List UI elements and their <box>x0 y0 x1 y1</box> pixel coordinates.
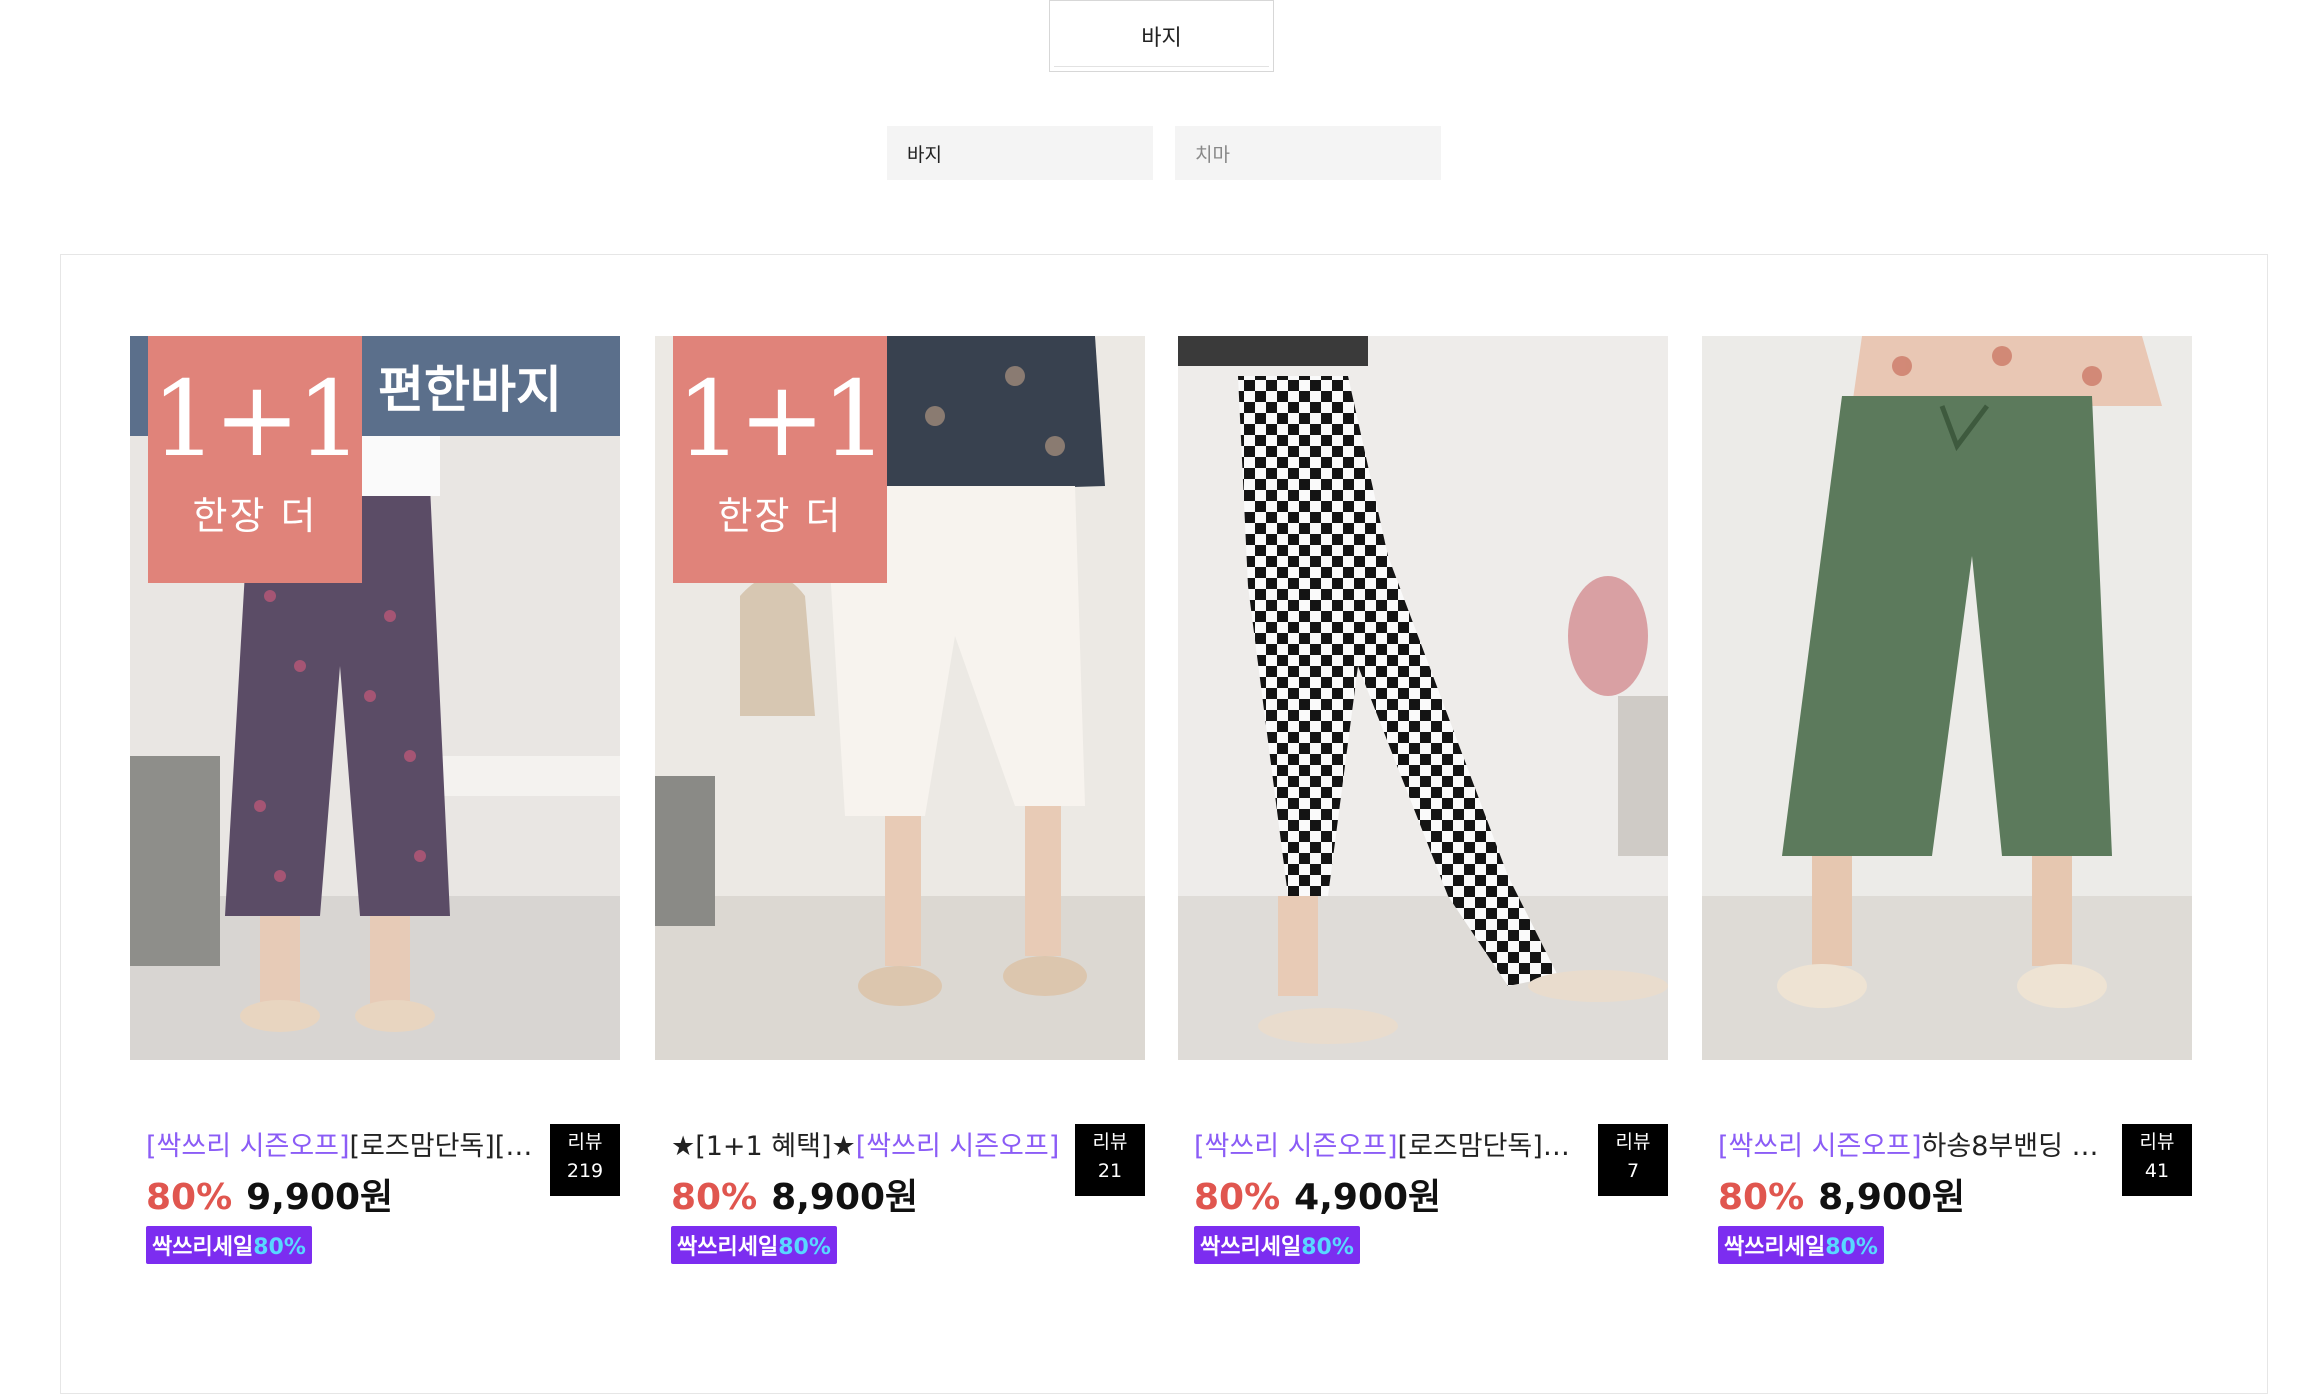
review-label: 리뷰 <box>2139 1131 2175 1153</box>
product-title-row: [싹쓰리 시즌오프]하송8부밴딩 린넨 리뷰 41 <box>1702 1124 2192 1196</box>
sale-badge-pct: 80% <box>1301 1235 1354 1260</box>
product-image[interactable] <box>1702 336 2192 1060</box>
discount-rate: 80% <box>1718 1177 1805 1218</box>
subcategory-tab-pants[interactable]: 바지 <box>887 126 1153 180</box>
product-card[interactable]: [싹쓰리 시즌오프]하송8부밴딩 린넨 리뷰 41 80% 8,900원 싹쓰리… <box>1702 336 2192 1264</box>
product-title[interactable]: [싹쓰리 시즌오프]하송8부밴딩 린넨 <box>1718 1124 2108 1163</box>
promo-small-text: 한장 더 <box>717 494 843 538</box>
subcategory-label: 바지 <box>907 143 942 166</box>
review-count: 41 <box>2144 1160 2170 1183</box>
product-title[interactable]: [싹쓰리 시즌오프][로즈맘단독][플리츠 와이드 <box>146 1124 536 1163</box>
sale-badge: 싹쓰리세일80% <box>146 1226 312 1264</box>
title-accent: [싹쓰리 시즌오프] <box>1194 1131 1398 1162</box>
discount-rate: 80% <box>1194 1177 1281 1218</box>
product-title-row: [싹쓰리 시즌오프][로즈맘단독]하운드 조거 리뷰 7 <box>1178 1124 1668 1196</box>
review-badge[interactable]: 리뷰 41 <box>2122 1124 2192 1196</box>
discount-rate: 80% <box>671 1177 758 1218</box>
review-badge[interactable]: 리뷰 21 <box>1075 1124 1145 1196</box>
price-row: 80% 8,900원 <box>655 1168 1145 1220</box>
sale-badge-pct: 80% <box>253 1235 306 1260</box>
sale-badge: 싹쓰리세일80% <box>1718 1226 1884 1264</box>
sale-price: 9,900원 <box>246 1177 394 1218</box>
subcategory-tab-skirts[interactable]: 치마 <box>1175 126 1441 180</box>
price-row: 80% 4,900원 <box>1178 1168 1668 1220</box>
review-count: 21 <box>1097 1160 1123 1183</box>
subcategory-tabs: 바지 치마 <box>887 126 1441 180</box>
product-image[interactable]: 편한바지 1+1 한장 더 <box>130 336 620 1060</box>
title-rest: 하송8부밴딩 린넨 <box>1921 1131 2108 1162</box>
review-badge[interactable]: 리뷰 7 <box>1598 1124 1668 1196</box>
product-image[interactable]: 1+1 한장 더 <box>655 336 1145 1060</box>
review-label: 리뷰 <box>1615 1131 1651 1153</box>
review-label: 리뷰 <box>567 1131 603 1153</box>
title-rest: [로즈맘단독][플리츠 와이드 <box>349 1131 536 1162</box>
discount-rate: 80% <box>146 1177 233 1218</box>
product-card[interactable]: [싹쓰리 시즌오프][로즈맘단독]하운드 조거 리뷰 7 80% 4,900원 … <box>1178 336 1668 1264</box>
sale-badge-text: 싹쓰리세일 <box>1200 1235 1302 1260</box>
title-rest: [로즈맘단독]하운드 조거 <box>1397 1131 1584 1162</box>
promo-small-text: 한장 더 <box>192 494 318 538</box>
sale-badge: 싹쓰리세일80% <box>671 1226 837 1264</box>
banner-text: 편한바지 <box>378 361 562 419</box>
product-image[interactable] <box>1178 336 1668 1060</box>
category-tab-label: 바지 <box>1141 26 1182 51</box>
review-count: 7 <box>1626 1160 1640 1183</box>
title-accent: [싹쓰리 시즌오프] <box>855 1131 1060 1162</box>
sale-badge-text: 싹쓰리세일 <box>152 1235 254 1260</box>
review-count: 219 <box>566 1160 604 1183</box>
title-accent: [싹쓰리 시즌오프] <box>1718 1131 1922 1162</box>
product-title[interactable]: [싹쓰리 시즌오프][로즈맘단독]하운드 조거 <box>1194 1124 1584 1163</box>
sale-price: 8,900원 <box>771 1177 919 1218</box>
sale-badge-pct: 80% <box>1825 1235 1878 1260</box>
price-row: 80% 8,900원 <box>1702 1168 2192 1220</box>
category-tab-pants[interactable]: 바지 <box>1049 0 1274 72</box>
sale-badge-text: 싹쓰리세일 <box>1724 1235 1826 1260</box>
sale-badge: 싹쓰리세일80% <box>1194 1226 1360 1264</box>
review-badge[interactable]: 리뷰 219 <box>550 1124 620 1196</box>
product-title[interactable]: ★[1+1 혜택]★[싹쓰리 시즌오프] <box>671 1124 1061 1163</box>
sale-badge-text: 싹쓰리세일 <box>677 1235 779 1260</box>
promo-big-text: 1+1 <box>676 358 887 480</box>
price-row: 80% 9,900원 <box>130 1168 620 1220</box>
product-title-row: ★[1+1 혜택]★[싹쓰리 시즌오프] 리뷰 21 <box>655 1124 1145 1196</box>
product-card[interactable]: 편한바지 1+1 한장 더 [싹쓰리 시즌오프][로즈맘단독][플리츠 와이드 … <box>130 336 620 1264</box>
subcategory-label: 치마 <box>1195 143 1230 166</box>
title-accent: [싹쓰리 시즌오프] <box>146 1131 350 1162</box>
review-label: 리뷰 <box>1092 1131 1128 1153</box>
promo-badge: 1+1 한장 더 <box>148 336 363 583</box>
product-card[interactable]: 1+1 한장 더 ★[1+1 혜택]★[싹쓰리 시즌오프] 리뷰 21 80% … <box>655 336 1145 1264</box>
promo-big-text: 1+1 <box>151 358 362 480</box>
sale-price: 8,900원 <box>1818 1177 1966 1218</box>
promo-badge: 1+1 한장 더 <box>673 336 888 583</box>
product-title-row: [싹쓰리 시즌오프][로즈맘단독][플리츠 와이드 리뷰 219 <box>130 1124 620 1196</box>
title-prefix: ★[1+1 혜택]★ <box>671 1131 856 1162</box>
sale-badge-pct: 80% <box>778 1235 831 1260</box>
sale-price: 4,900원 <box>1294 1177 1442 1218</box>
